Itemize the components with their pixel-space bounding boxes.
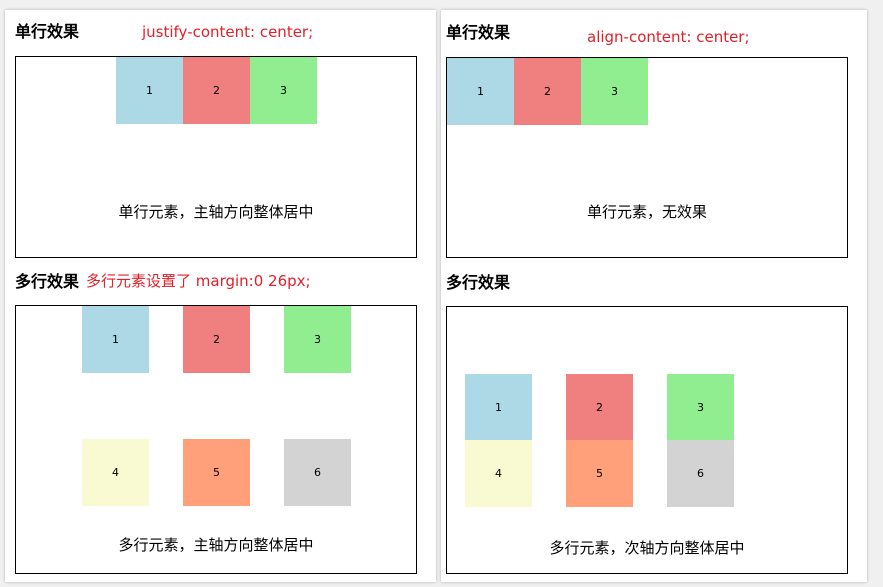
single-line-heading: 单行效果 <box>446 23 511 42</box>
multi-line-heading: 多行效果 <box>15 272 80 291</box>
flex-item-3: 3 <box>250 57 317 124</box>
right-panel: 单行效果 align-content: center; 1 2 3 单行元素，无… <box>441 10 867 582</box>
multi-line-heading: 多行效果 <box>446 273 511 292</box>
flex-item-1: 1 <box>82 306 149 373</box>
justify-content-annotation: justify-content: center; <box>142 23 314 41</box>
single-line-heading: 单行效果 <box>15 22 80 41</box>
flex-item-2: 2 <box>514 58 581 125</box>
flex-item-5: 5 <box>566 440 633 507</box>
flex-item-4: 4 <box>82 439 149 506</box>
flex-item-6: 6 <box>284 439 351 506</box>
multi-line-flex-container: 1 2 3 4 5 6 多行元素，主轴方向整体居中 <box>15 305 417 574</box>
flex-item-4: 4 <box>465 440 532 507</box>
single-line-caption: 单行元素，主轴方向整体居中 <box>118 203 314 221</box>
single-line-flex-container: 1 2 3 单行元素，无效果 <box>446 57 848 258</box>
flex-item-1: 1 <box>465 374 532 441</box>
multi-line-caption: 多行元素，主轴方向整体居中 <box>118 536 314 554</box>
flex-item-3: 3 <box>284 306 351 373</box>
margin-annotation: 多行元素设置了 margin:0 26px; <box>86 272 311 290</box>
single-line-flex-container: 1 2 3 单行元素，主轴方向整体居中 <box>15 56 417 258</box>
single-line-caption: 单行元素，无效果 <box>586 203 707 221</box>
flex-item-5: 5 <box>183 439 250 506</box>
flex-item-1: 1 <box>116 57 183 124</box>
flex-item-3: 3 <box>667 374 734 441</box>
flex-item-6: 6 <box>667 440 734 507</box>
align-content-annotation: align-content: center; <box>587 28 750 46</box>
flex-item-2: 2 <box>183 57 250 124</box>
multi-line-caption: 多行元素，次轴方向整体居中 <box>549 539 745 557</box>
flex-item-1: 1 <box>447 58 514 125</box>
multi-line-flex-container: 1 2 3 4 5 6 多行元素，次轴方向整体居中 <box>446 306 848 574</box>
left-panel: 单行效果 justify-content: center; 1 2 3 单行元素… <box>5 10 436 582</box>
flex-item-3: 3 <box>581 58 648 125</box>
flex-item-2: 2 <box>183 306 250 373</box>
flex-item-2: 2 <box>566 374 633 441</box>
